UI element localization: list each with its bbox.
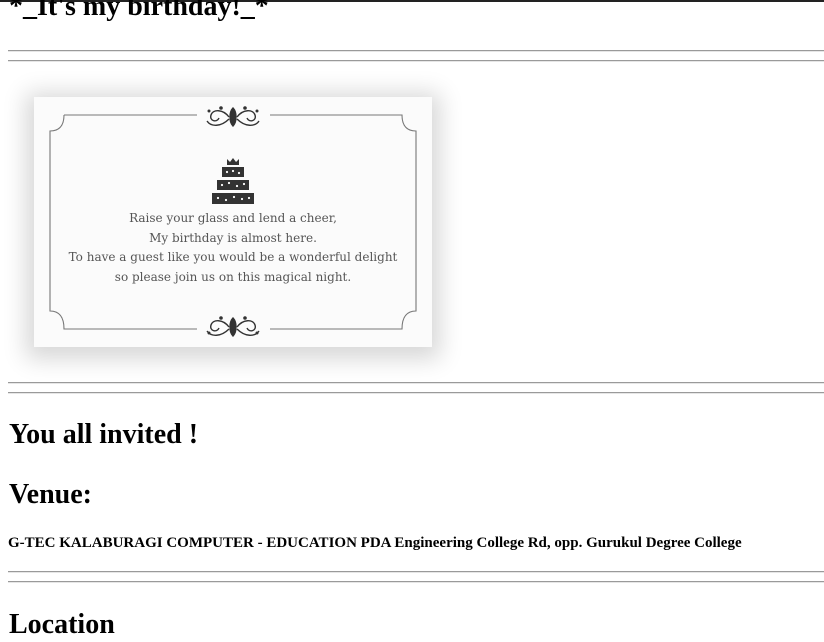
birthday-cake-icon [212, 158, 254, 204]
poem-line: Raise your glass and lend a cheer, [129, 211, 337, 225]
flourish-ornament-icon [206, 106, 260, 127]
poem-line: so please join us on this magical night. [114, 269, 352, 284]
flourish-ornament-icon [206, 316, 260, 337]
divider [8, 581, 824, 583]
venue-heading: Venue: [9, 479, 92, 510]
location-heading: Location [9, 609, 115, 640]
poem-line: To have a guest like you would be a wond… [68, 250, 398, 264]
divider [8, 60, 824, 62]
divider [8, 392, 824, 394]
invitation-poem: Raise your glass and lend a cheer, My bi… [34, 209, 432, 287]
page-title: *_It's my birthday!_* [9, 0, 269, 22]
invitation-card-image: Raise your glass and lend a cheer, My bi… [34, 97, 432, 347]
divider [8, 50, 824, 52]
invited-heading: You all invited ! [9, 419, 199, 450]
divider [8, 571, 824, 573]
poem-line: My birthday is almost here. [149, 230, 317, 245]
divider [8, 382, 824, 384]
venue-address: G-TEC KALABURAGI COMPUTER - EDUCATION PD… [8, 535, 742, 551]
